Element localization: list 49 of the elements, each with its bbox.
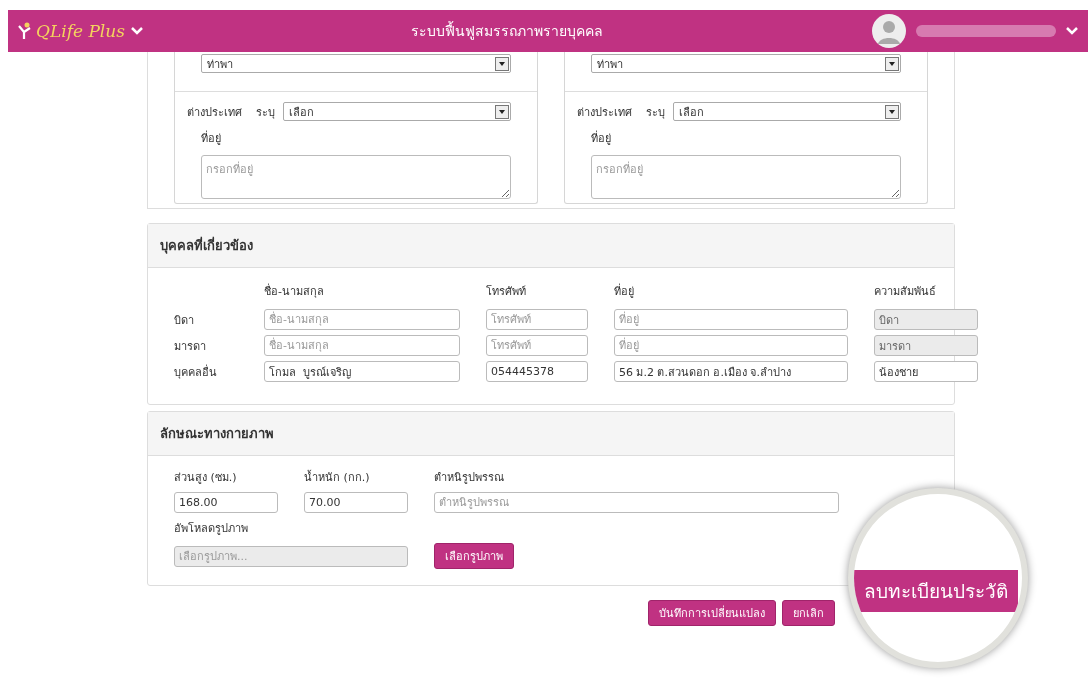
address-field[interactable]: 56 ม.2 ต.สวนดอก อ.เมือง จ.ลำปาง (614, 361, 848, 382)
chevron-down-icon[interactable] (1066, 27, 1078, 35)
field-label: ที่อยู่ (591, 129, 611, 147)
relationship-field[interactable]: น้องชาย (874, 361, 978, 382)
avatar-icon[interactable] (872, 14, 906, 48)
delete-record-button[interactable]: ลบทะเบียนประวัติ (854, 570, 1018, 612)
action-button[interactable]: บันทึกการเปลี่ยนแปลง (648, 600, 776, 626)
field-label: ตำหนิรูปพรรณ (434, 470, 505, 486)
brand-logo[interactable]: QLife Plus (36, 21, 125, 41)
name-field[interactable]: ชื่อ-นามสกุล (264, 309, 460, 330)
chevron-down-icon[interactable] (130, 27, 143, 35)
address-field[interactable]: ที่อยู่ (614, 335, 848, 356)
row-label: บิดา (174, 312, 195, 329)
subdistrict-select[interactable]: ท่าพา (201, 54, 511, 73)
action-button[interactable]: ยกเลิก (782, 600, 835, 626)
phone-field[interactable]: โทรศัพท์ (486, 309, 588, 330)
address-textarea[interactable]: กรอกที่อยู่ (591, 155, 901, 199)
section-title: บุคคลที่เกี่ยวข้อง (148, 224, 954, 268)
field-label: ระบุ (256, 104, 275, 121)
height-field[interactable]: 168.00 (174, 492, 278, 513)
address-field[interactable]: ที่อยู่ (614, 309, 848, 330)
phone-field[interactable]: โทรศัพท์ (486, 335, 588, 356)
upload-field[interactable]: เลือกรูปภาพ... (174, 545, 408, 567)
column-header: ชื่อ-นามสกุล (264, 282, 325, 300)
section-title: ลักษณะทางกายภาพ (148, 412, 954, 456)
choose-image-button[interactable]: เลือกรูปภาพ (434, 543, 514, 569)
column-header: ความสัมพันธ์ (874, 284, 937, 300)
person-logo-icon (18, 22, 32, 40)
marks-field[interactable]: ตำหนิรูปพรรณ (434, 492, 839, 513)
field-label: น้ำหนัก (กก.) (304, 469, 371, 486)
field-label: ต่างประเทศ (577, 104, 632, 121)
country-select[interactable]: เลือก (673, 102, 901, 121)
name-field[interactable]: โกมล บูรณ์เจริญ (264, 361, 460, 382)
field-label: อัพโหลดรูปภาพ (174, 521, 249, 537)
address-textarea[interactable]: กรอกที่อยู่ (201, 155, 511, 199)
field-label: ส่วนสูง (ซม.) (174, 470, 238, 486)
phone-field[interactable]: 054445378 (486, 361, 588, 382)
row-label: บุคคลอื่น (174, 363, 218, 381)
name-field[interactable]: ชื่อ-นามสกุล (264, 335, 460, 356)
country-select[interactable]: เลือก (283, 102, 511, 121)
field-label: ต่างประเทศ (187, 104, 242, 121)
field-label: ที่อยู่ (201, 129, 221, 147)
column-header: โทรศัพท์ (486, 284, 527, 300)
field-label: ระบุ (646, 104, 665, 121)
app-title: ระบบฟื้นฟูสมรรถภาพรายบุคคล (410, 20, 605, 42)
row-label: มารดา (174, 338, 207, 355)
column-header: ที่อยู่ (614, 282, 635, 300)
weight-field[interactable]: 70.00 (304, 492, 408, 513)
subdistrict-select[interactable]: ท่าพา (591, 54, 901, 73)
